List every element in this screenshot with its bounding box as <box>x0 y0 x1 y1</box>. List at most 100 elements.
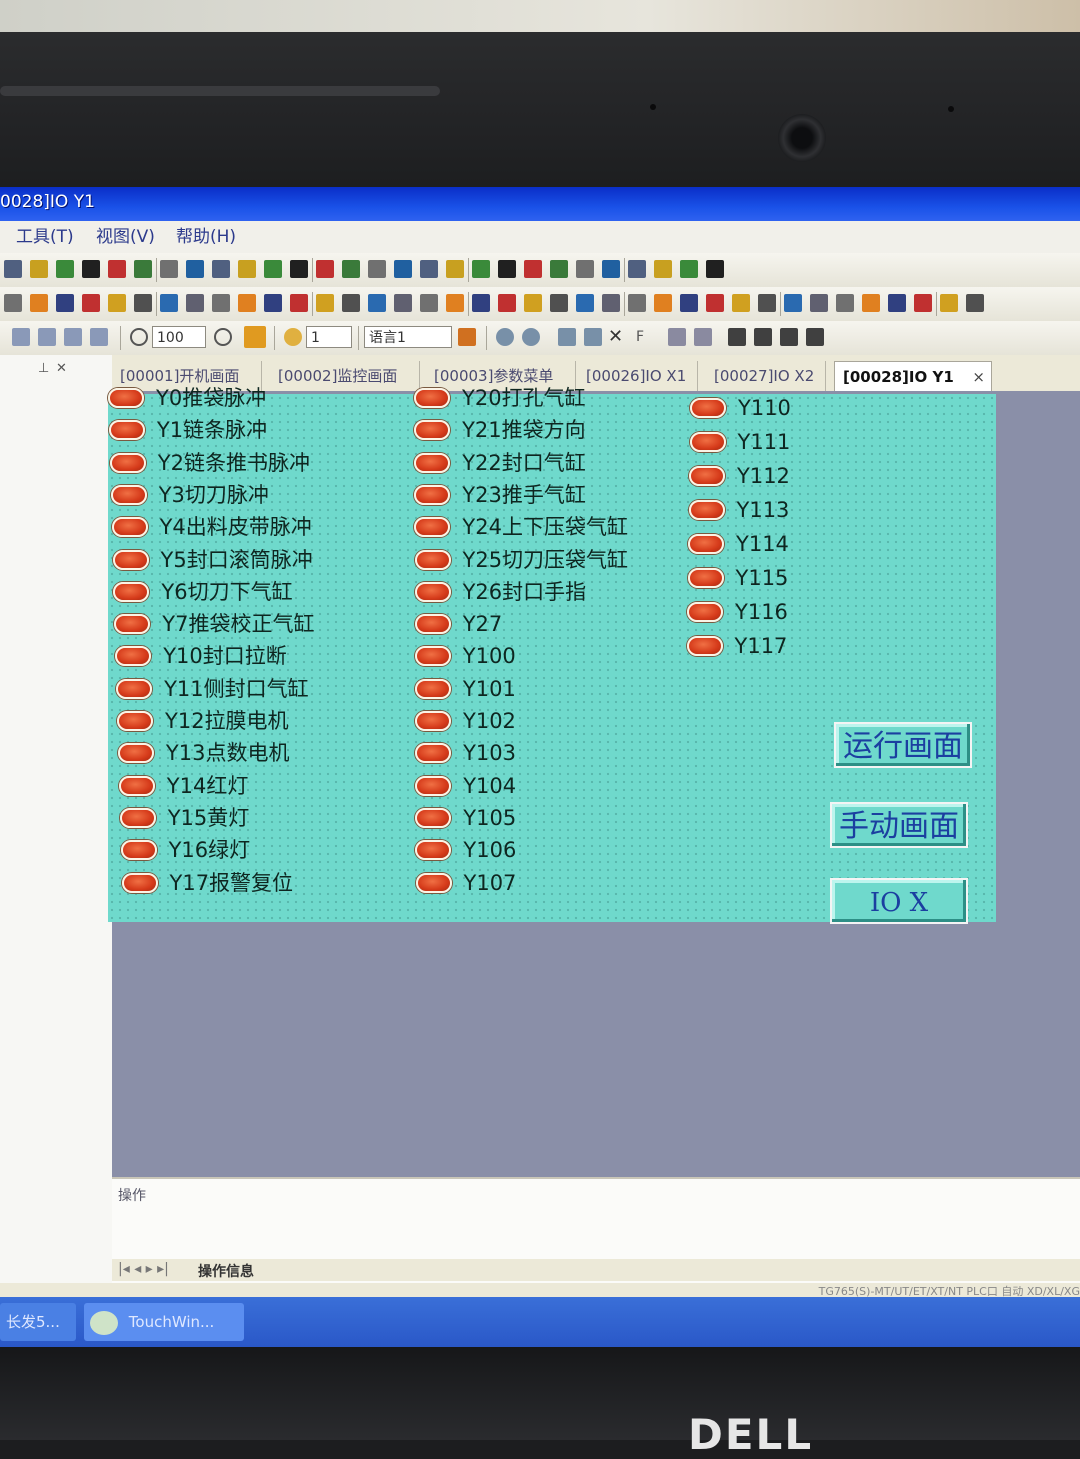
toolbar-tool-icon[interactable] <box>290 260 308 278</box>
taskbar-item[interactable]: 长发5... <box>0 1303 76 1341</box>
menu-view[interactable]: 视图(V) <box>96 221 155 253</box>
toolbar-tool-icon[interactable] <box>368 260 386 278</box>
toolbar-tool-icon[interactable] <box>108 260 126 278</box>
output-lamp-icon[interactable] <box>115 646 152 667</box>
toolbar-tool-icon[interactable] <box>446 260 464 278</box>
output-lamp-icon[interactable] <box>108 420 145 441</box>
tab-00002[interactable]: [00002]监控画面 <box>270 361 420 391</box>
output-lamp-icon[interactable] <box>414 581 451 602</box>
font-icon[interactable]: F <box>636 328 654 346</box>
toolbar-tool-icon[interactable] <box>576 294 594 312</box>
output-lamp-icon[interactable] <box>111 517 148 538</box>
toolbar-tool-icon[interactable] <box>420 260 438 278</box>
io-x-button[interactable]: IO X <box>830 878 968 924</box>
language-select[interactable]: 语言1 <box>364 326 452 348</box>
toolbar-tool-icon[interactable] <box>30 260 48 278</box>
toolbar-tool-icon[interactable] <box>212 294 230 312</box>
layout-icon[interactable] <box>90 328 108 346</box>
output-lamp-icon[interactable] <box>415 807 452 828</box>
output-lamp-icon[interactable] <box>113 581 150 602</box>
toolbar-tool-icon[interactable] <box>732 294 750 312</box>
output-lamp-icon[interactable] <box>112 549 149 570</box>
window-titlebar[interactable]: 0028]IO Y1 <box>0 187 1080 221</box>
flag-icon[interactable] <box>458 328 476 346</box>
toolbar-tool-icon[interactable] <box>30 294 48 312</box>
toolbar-tool-icon[interactable] <box>706 260 724 278</box>
tab-close-icon[interactable]: × <box>972 362 985 392</box>
output-lamp-icon[interactable] <box>689 466 725 486</box>
output-lamp-icon[interactable] <box>117 743 154 764</box>
output-lamp-icon[interactable] <box>415 840 452 861</box>
toolbar-tool-icon[interactable] <box>550 260 568 278</box>
toolbar-tool-icon[interactable] <box>82 260 100 278</box>
toolbar-tool-icon[interactable] <box>82 294 100 312</box>
layout-icon[interactable] <box>12 328 30 346</box>
output-lamp-icon[interactable] <box>688 500 725 520</box>
output-lamp-icon[interactable] <box>690 398 726 418</box>
tab-00026[interactable]: [00026]IO X1 <box>578 361 698 391</box>
toolbar-tool-icon[interactable] <box>56 260 74 278</box>
paste-icon[interactable] <box>584 328 602 346</box>
copy-icon[interactable] <box>558 328 576 346</box>
layout-icon[interactable] <box>38 328 56 346</box>
zoom-in-icon[interactable] <box>214 328 232 346</box>
output-lamp-icon[interactable] <box>114 614 151 635</box>
tab-00027[interactable]: [00027]IO X2 <box>706 361 826 391</box>
toolbar-tool-icon[interactable] <box>4 294 22 312</box>
output-lamp-icon[interactable] <box>121 872 158 893</box>
output-lamp-icon[interactable] <box>415 711 451 731</box>
toolbar-tool-icon[interactable] <box>186 294 204 312</box>
output-lamp-icon[interactable] <box>120 840 157 861</box>
toolbar-tool-icon[interactable] <box>56 294 74 312</box>
run-screen-button[interactable]: 运行画面 <box>834 722 972 768</box>
settings-icon[interactable] <box>522 328 540 346</box>
output-lamp-icon[interactable] <box>116 678 153 699</box>
layout-icon[interactable] <box>64 328 82 346</box>
toolbar-tool-icon[interactable] <box>316 294 334 312</box>
toolbar-tool-icon[interactable] <box>238 294 256 312</box>
toolbar-tool-icon[interactable] <box>316 260 334 278</box>
toolbar-tool-icon[interactable] <box>420 294 438 312</box>
close-x-icon[interactable]: ✕ <box>608 328 626 346</box>
tab-nav-arrows[interactable]: |◂ ◂ ▸ ▸| <box>118 1261 169 1277</box>
toolbar-tool-icon[interactable] <box>680 294 698 312</box>
toolbar-tool-icon[interactable] <box>446 294 464 312</box>
toolbar-tool-icon[interactable] <box>4 260 22 278</box>
toolbar-tool-icon[interactable] <box>628 294 646 312</box>
menu-help[interactable]: 帮助(H) <box>176 221 236 253</box>
toolbar-tool-icon[interactable] <box>602 260 620 278</box>
output-lamp-icon[interactable] <box>414 420 451 441</box>
toolbar-tool-icon[interactable] <box>602 294 620 312</box>
output-lamp-icon[interactable] <box>686 636 723 656</box>
output-lamp-icon[interactable] <box>689 432 726 452</box>
toolbar-tool-icon[interactable] <box>550 294 568 312</box>
upload-icon[interactable] <box>754 328 772 346</box>
toolbar-tool-icon[interactable] <box>654 260 672 278</box>
output-lamp-icon[interactable] <box>415 872 452 893</box>
toolbar-tool-icon[interactable] <box>394 260 412 278</box>
toolbar-tool-icon[interactable] <box>160 260 178 278</box>
grid-icon[interactable] <box>244 326 266 348</box>
output-lamp-icon[interactable] <box>414 678 451 699</box>
tool-icon[interactable] <box>668 328 686 346</box>
toolbar-tool-icon[interactable] <box>498 294 516 312</box>
tab-operation-info[interactable]: 操作信息 <box>198 1261 254 1281</box>
count-select[interactable]: 1 <box>306 326 352 348</box>
menu-tools[interactable]: 工具(T) <box>16 221 74 253</box>
toolbar-tool-icon[interactable] <box>836 294 854 312</box>
toolbar-tool-icon[interactable] <box>940 294 958 312</box>
output-lamp-icon[interactable] <box>414 452 451 473</box>
toolbar-tool-icon[interactable] <box>498 260 516 278</box>
toolbar-tool-icon[interactable] <box>108 294 126 312</box>
tab-00028[interactable]: [00028]IO Y1 × <box>834 361 992 391</box>
toolbar-tool-icon[interactable] <box>212 260 230 278</box>
output-lamp-icon[interactable] <box>414 517 451 538</box>
output-lamp-icon[interactable] <box>414 614 451 635</box>
toolbar-tool-icon[interactable] <box>134 260 152 278</box>
toolbar-tool-icon[interactable] <box>368 294 386 312</box>
manual-screen-button[interactable]: 手动画面 <box>830 802 968 848</box>
output-lamp-icon[interactable] <box>414 388 450 408</box>
toolbar-tool-icon[interactable] <box>576 260 594 278</box>
toolbar-tool-icon[interactable] <box>810 294 828 312</box>
toolbar-tool-icon[interactable] <box>914 294 932 312</box>
